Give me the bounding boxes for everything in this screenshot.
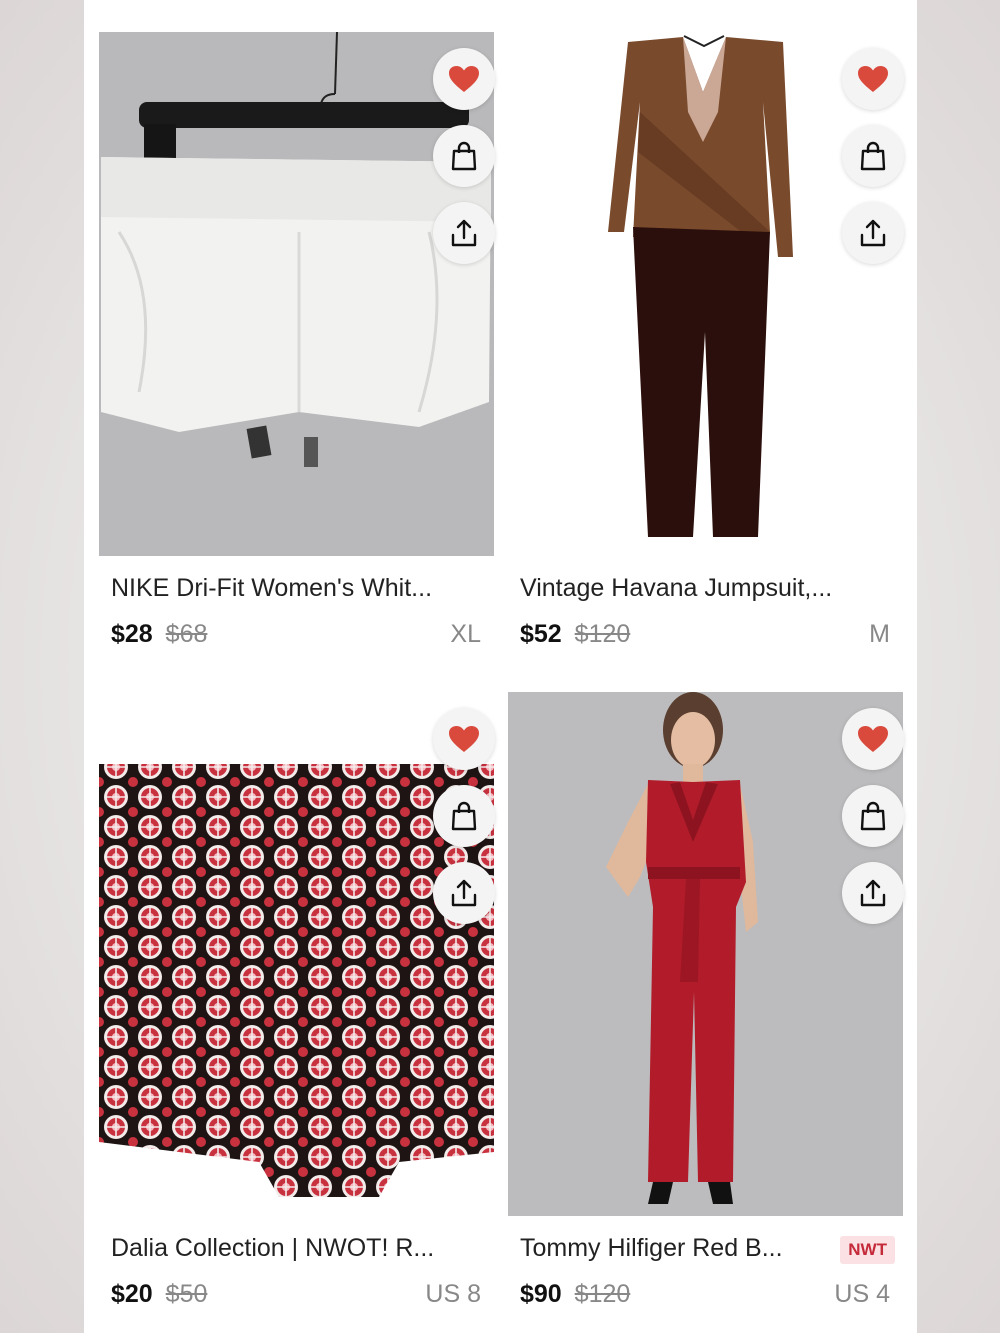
nwt-badge: NWT: [840, 1236, 895, 1264]
price-row: $52 $120 M: [520, 620, 890, 654]
add-to-bag-button[interactable]: [842, 785, 904, 847]
product-title[interactable]: Tommy Hilfiger Red B...: [520, 1234, 820, 1263]
card-actions: [842, 48, 904, 279]
add-to-bag-button[interactable]: [433, 785, 495, 847]
original-price: $68: [165, 620, 208, 648]
product-size: M: [869, 620, 890, 648]
heart-icon: [858, 726, 888, 752]
card-actions: [433, 708, 495, 939]
product-title[interactable]: NIKE Dri-Fit Women's Whit...: [111, 574, 486, 603]
share-button[interactable]: [842, 862, 904, 924]
like-button[interactable]: [433, 708, 495, 770]
share-button[interactable]: [433, 862, 495, 924]
product-size: US 4: [834, 1280, 890, 1308]
product-price: $28: [111, 620, 153, 648]
heart-icon: [449, 726, 479, 752]
product-price: $90: [520, 1280, 562, 1308]
original-price: $120: [574, 620, 631, 648]
original-price: $50: [165, 1280, 208, 1308]
card-actions: [433, 48, 495, 279]
share-button[interactable]: [433, 202, 495, 264]
price-row: $28 $68 XL: [111, 620, 481, 654]
price-row: $90 $120 US 4: [520, 1280, 890, 1314]
share-icon: [451, 879, 477, 907]
shopping-bag-icon: [451, 801, 477, 831]
shopping-bag-icon: [451, 141, 477, 171]
shopping-bag-icon: [860, 141, 886, 171]
product-price: $20: [111, 1280, 153, 1308]
price-row: $20 $50 US 8: [111, 1280, 481, 1314]
product-size: XL: [450, 620, 481, 648]
like-button[interactable]: [842, 48, 904, 110]
heart-icon: [449, 66, 479, 92]
like-button[interactable]: [433, 48, 495, 110]
share-icon: [860, 219, 886, 247]
original-price: $120: [574, 1280, 631, 1308]
add-to-bag-button[interactable]: [842, 125, 904, 187]
shopping-bag-icon: [860, 801, 886, 831]
product-size: US 8: [425, 1280, 481, 1308]
share-button[interactable]: [842, 202, 904, 264]
product-price: $52: [520, 620, 562, 648]
add-to-bag-button[interactable]: [433, 125, 495, 187]
share-icon: [860, 879, 886, 907]
product-title[interactable]: Vintage Havana Jumpsuit,...: [520, 574, 895, 603]
card-actions: [842, 708, 904, 939]
heart-icon: [858, 66, 888, 92]
product-grid: NIKE Dri-Fit Women's Whit... $28 $68 XL: [84, 0, 917, 1333]
share-icon: [451, 219, 477, 247]
product-title[interactable]: Dalia Collection | NWOT! R...: [111, 1234, 486, 1263]
like-button[interactable]: [842, 708, 904, 770]
